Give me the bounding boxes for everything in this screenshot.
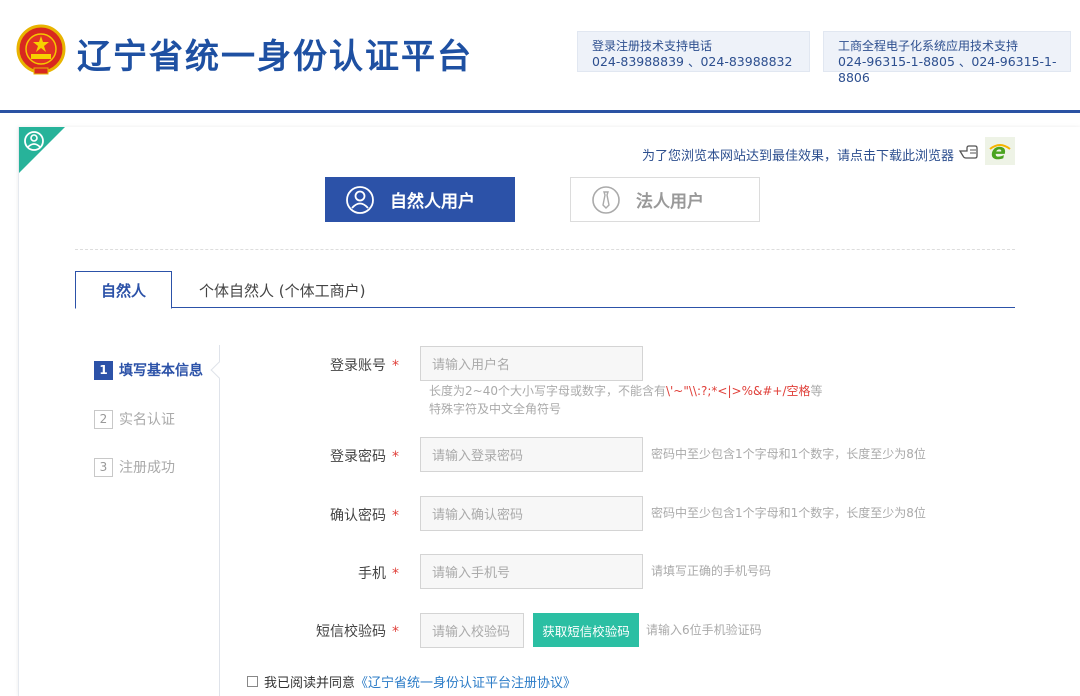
sms-code-hint: 请输入6位手机验证码 [646, 623, 762, 637]
get-sms-code-button[interactable]: 获取短信校验码 [533, 613, 639, 647]
natural-person-user-button[interactable]: 自然人用户 [325, 177, 515, 222]
site-title: 辽宁省统一身份认证平台 [77, 37, 473, 77]
browser-recommendation-text: 为了您浏览本网站达到最佳效果，请点击下载此浏览器 [641, 149, 954, 164]
ie-browser-download-icon[interactable]: e [985, 137, 1015, 165]
step-number: 1 [94, 360, 113, 380]
step-fill-basic-info: 1 填写基本信息 [94, 360, 203, 380]
password-input[interactable]: 请输入登录密码 [420, 437, 643, 472]
required-mark: * [392, 449, 399, 465]
phone-label: 手机 * [358, 566, 399, 582]
step-label: 注册成功 [119, 460, 175, 476]
agreement-link[interactable]: 《辽宁省统一身份认证平台注册协议》 [355, 672, 576, 691]
step-label: 填写基本信息 [119, 363, 203, 379]
password-hint: 密码中至少包含1个字母和1个数字，长度至少为8位 [651, 447, 926, 461]
pointing-hand-icon [958, 145, 978, 159]
step-registration-success: 3 注册成功 [94, 457, 175, 477]
confirm-password-label: 确认密码 * [330, 508, 399, 524]
tab-individual-business[interactable]: 个体自然人 (个体工商户) [199, 271, 365, 309]
person-icon [346, 185, 374, 214]
required-mark: * [392, 358, 399, 374]
step-number: 3 [94, 457, 113, 477]
required-mark: * [392, 624, 399, 640]
natural-person-user-label: 自然人用户 [390, 192, 475, 212]
phone-input[interactable]: 请输入手机号 [420, 554, 643, 589]
legal-person-user-label: 法人用户 [636, 192, 704, 212]
legal-person-user-button[interactable]: 法人用户 [570, 177, 760, 222]
step-label: 实名认证 [119, 412, 175, 428]
confirm-password-hint: 密码中至少包含1个字母和1个数字，长度至少为8位 [651, 506, 926, 520]
required-mark: * [392, 508, 399, 524]
agreement-checkbox[interactable] [247, 676, 258, 687]
steps-divider [219, 345, 220, 696]
support-hotline-label: 登录注册技术支持电话 [592, 39, 713, 53]
national-emblem-icon [16, 24, 66, 75]
support-hotline-box: 登录注册技术支持电话 024-83988839 、024-83988832 [577, 31, 810, 72]
registration-panel: 为了您浏览本网站达到最佳效果，请点击下载此浏览器 e 自然人用户 法人用户 自然… [18, 127, 1080, 696]
step-real-name-verification: 2 实名认证 [94, 409, 175, 429]
site-header: 辽宁省统一身份认证平台 登录注册技术支持电话 024-83988839 、024… [0, 0, 1080, 113]
sms-code-label: 短信校验码 * [316, 624, 399, 640]
business-support-label: 工商全程电子化系统应用技术支持 [838, 39, 1019, 53]
confirm-password-input[interactable]: 请输入确认密码 [420, 496, 643, 531]
forbidden-chars: \'~"\\:?;*<|>%&#+/空格 [665, 384, 811, 398]
password-label: 登录密码 * [330, 449, 399, 465]
user-type-tabs: 自然人 个体自然人 (个体工商户) [75, 271, 1015, 309]
tab-natural-person[interactable]: 自然人 [75, 271, 172, 309]
divider [75, 249, 1015, 250]
phone-hint: 请填写正确的手机号码 [651, 564, 772, 578]
business-support-numbers: 024-96315-1-8805 、024-96315-1-8806 [838, 54, 1057, 85]
active-step-pointer [210, 361, 228, 379]
support-hotline-numbers: 024-83988839 、024-83988832 [592, 54, 793, 69]
sms-code-input[interactable]: 请输入校验码 [420, 613, 524, 648]
svg-text:e: e [991, 140, 1006, 163]
required-mark: * [392, 566, 399, 582]
tie-icon [592, 185, 620, 214]
account-label: 登录账号 * [330, 358, 399, 374]
account-hint: 长度为2~40个大小写字母或数字，不能含有\'~"\\:?;*<|>%&#+/空… [429, 384, 823, 416]
step-number: 2 [94, 409, 113, 429]
user-badge-icon [24, 131, 44, 151]
agreement-row: 我已阅读并同意 《辽宁省统一身份认证平台注册协议》 [247, 672, 576, 691]
business-support-box: 工商全程电子化系统应用技术支持 024-96315-1-8805 、024-96… [823, 31, 1071, 85]
account-input[interactable]: 请输入用户名 [420, 346, 643, 381]
agreement-text: 我已阅读并同意 [264, 676, 356, 691]
